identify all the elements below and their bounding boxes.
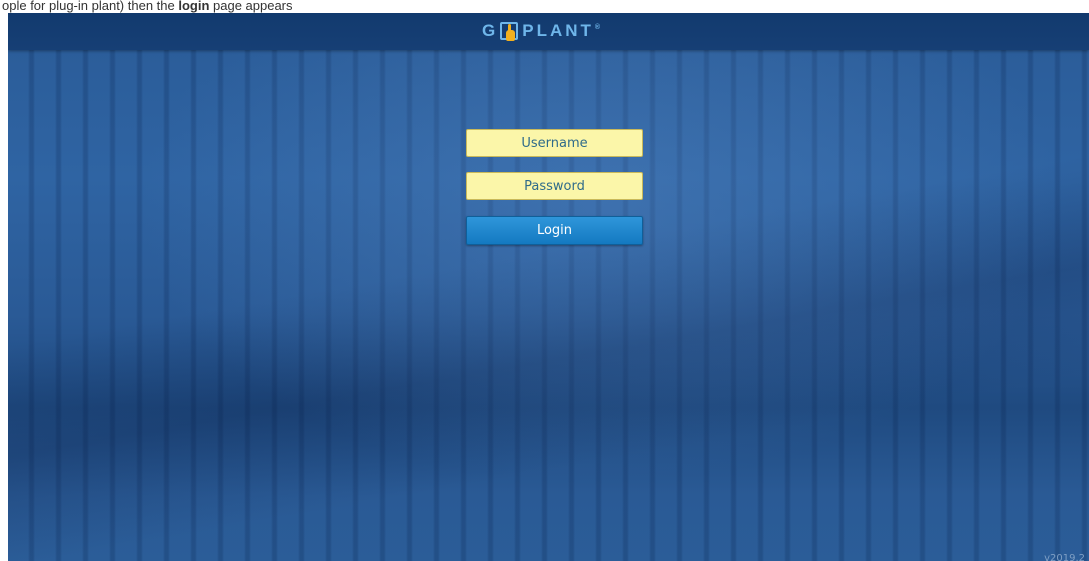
version-label: v2019.2 (1044, 553, 1085, 561)
logo-text-right: PLANT (522, 21, 594, 40)
caption-bold: login (178, 0, 210, 13)
document-caption: ople for plug-in plant) then the login p… (0, 0, 1089, 13)
login-form: Login (466, 129, 643, 245)
password-input[interactable] (466, 172, 643, 200)
login-button[interactable]: Login (466, 216, 643, 245)
caption-prefix: ople for plug-in plant) then the (2, 0, 179, 13)
login-screen: G PLANT ® Login v2019.2 (8, 13, 1089, 561)
logo-text-left: G (482, 21, 499, 40)
username-input[interactable] (466, 129, 643, 157)
goplant-logo: G PLANT ® (482, 19, 600, 43)
registered-mark: ® (594, 23, 601, 31)
hand-pointer-icon (500, 22, 519, 41)
top-bar: G PLANT ® (8, 13, 1089, 50)
caption-suffix: page appears (209, 0, 293, 13)
